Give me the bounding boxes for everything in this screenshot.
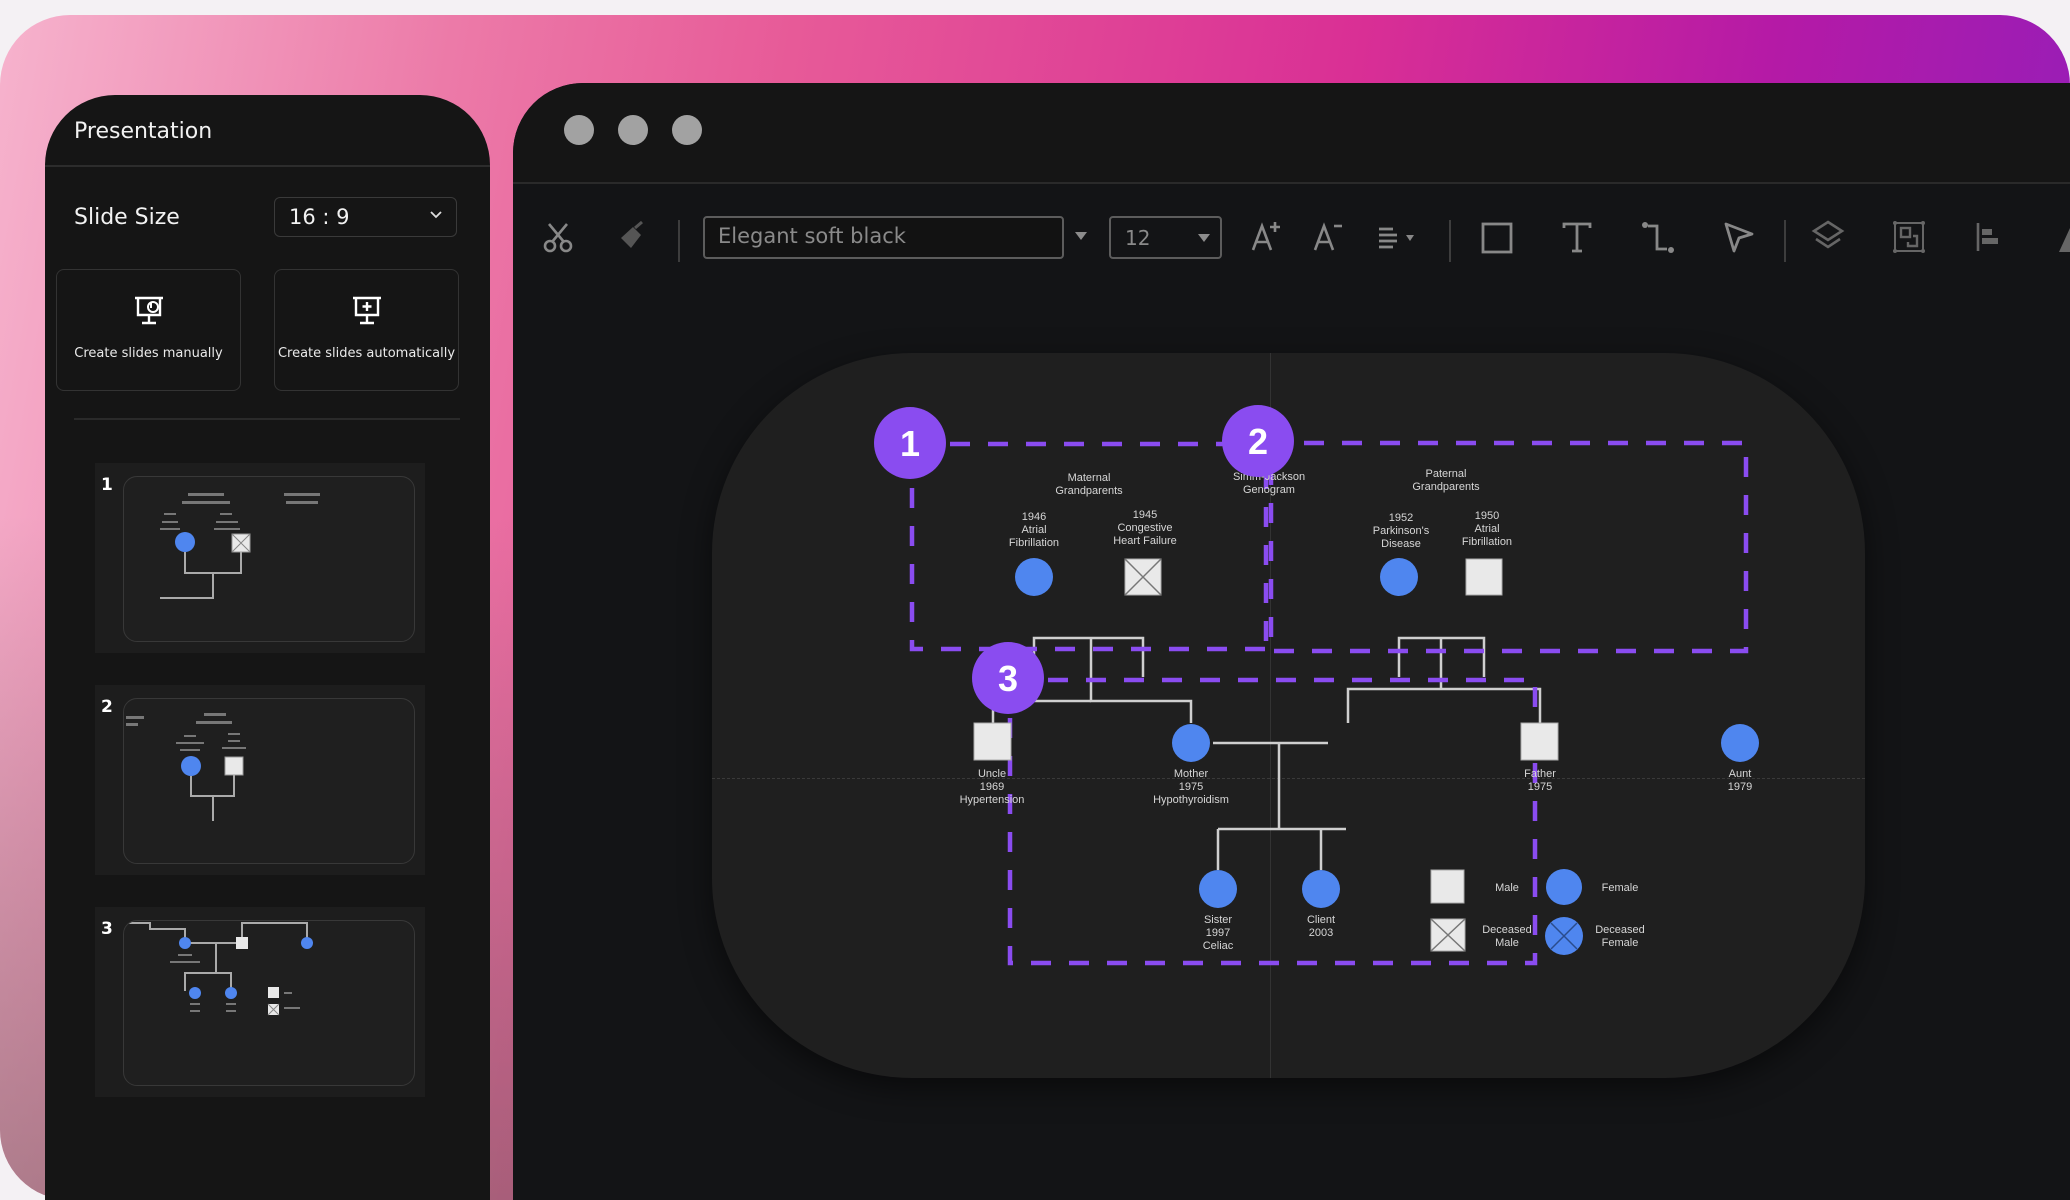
person-label: 1997 xyxy=(1206,927,1230,939)
slide-number: 1 xyxy=(101,475,113,495)
genogram-title-line-2: Genogram xyxy=(1243,484,1295,496)
divider xyxy=(45,165,490,167)
create-slides-automatically-button[interactable]: Create slides automatically xyxy=(274,269,459,391)
maternal-grandmother-symbol xyxy=(1015,558,1053,596)
presentation-panel: Presentation Slide Size 16 : 9 Create sl… xyxy=(45,95,490,1200)
person-label: Congestive xyxy=(1117,522,1172,534)
person-label: 1975 xyxy=(1179,781,1203,793)
person-label: 1945 xyxy=(1133,509,1157,521)
children-descent-line xyxy=(1216,743,1346,870)
paternal-grandfather-symbol xyxy=(1465,558,1503,596)
badge-number: 3 xyxy=(998,658,1018,699)
slide-preview xyxy=(123,920,415,1086)
person-label: Parkinson's xyxy=(1373,525,1430,537)
slide-preview-drawing xyxy=(126,713,246,821)
legend-deceased-male-label: Deceased xyxy=(1482,924,1532,936)
client-symbol xyxy=(1302,870,1340,908)
slide-number: 3 xyxy=(101,919,113,939)
person-label: Aunt xyxy=(1729,768,1752,780)
maternal-grandfather-symbol xyxy=(1124,558,1162,596)
legend-female-label: Female xyxy=(1602,882,1639,894)
person-label: Celiac xyxy=(1203,940,1234,952)
slide-number: 2 xyxy=(101,697,113,717)
maternal-label-line-2: Grandparents xyxy=(1055,485,1123,497)
paternal-label-line-1: Paternal xyxy=(1426,468,1467,480)
aunt-symbol xyxy=(1721,724,1759,762)
person-label: 1975 xyxy=(1528,781,1552,793)
genogram-lines xyxy=(991,636,1542,870)
legend-male-label: Male xyxy=(1495,882,1519,894)
slide-preview xyxy=(123,476,415,642)
legend-deceased-female-symbol xyxy=(1545,917,1583,955)
person-label: 1946 xyxy=(1022,511,1046,523)
legend-deceased-female-label: Deceased xyxy=(1595,924,1645,936)
legend-deceased-female-label: Female xyxy=(1602,937,1639,949)
slide-size-select[interactable]: 16 : 9 xyxy=(274,197,457,237)
person-label: 1950 xyxy=(1475,510,1499,522)
maternal-label-line-1: Maternal xyxy=(1068,472,1111,484)
paternal-label-line-2: Grandparents xyxy=(1412,481,1480,493)
person-label: Hypertension xyxy=(960,794,1025,806)
badge-number: 1 xyxy=(900,423,920,464)
person-label: Heart Failure xyxy=(1113,535,1177,547)
panel-title: Presentation xyxy=(74,119,213,144)
chevron-down-icon xyxy=(430,211,442,219)
section-badge-1: 1 xyxy=(874,407,946,479)
slide-thumbnail-1[interactable]: 1 xyxy=(95,463,425,653)
person-label: Atrial xyxy=(1021,524,1046,536)
genogram-diagram: Maternal Grandparents Simm-Jackson Genog… xyxy=(874,405,1759,966)
person-label: 1952 xyxy=(1389,512,1413,524)
slide-thumbnail-2[interactable]: 2 xyxy=(95,685,425,875)
section-badge-3: 3 xyxy=(972,642,1044,714)
editor-window: Elegant soft black 12 Maternal Grandpare… xyxy=(513,83,2070,1200)
slide-thumbnail-3[interactable]: 3 xyxy=(95,907,425,1097)
person-label: 1979 xyxy=(1728,781,1752,793)
legend-male-symbol xyxy=(1430,869,1465,904)
legend-deceased-male-label: Male xyxy=(1495,937,1519,949)
person-label: Atrial xyxy=(1474,523,1499,535)
slide-size-value: 16 : 9 xyxy=(289,205,350,229)
paternal-grandmother-symbol xyxy=(1380,558,1418,596)
person-label: 2003 xyxy=(1309,927,1333,939)
section-badge-2: 2 xyxy=(1222,405,1294,477)
sister-symbol xyxy=(1199,870,1237,908)
person-label: Disease xyxy=(1381,538,1421,550)
person-label: Hypothyroidism xyxy=(1153,794,1229,806)
divider xyxy=(74,418,460,420)
slide-preview-drawing xyxy=(124,922,313,1016)
person-label: Uncle xyxy=(978,768,1006,780)
mother-symbol xyxy=(1172,724,1210,762)
uncle-symbol xyxy=(973,722,1012,761)
legend-deceased-male-symbol xyxy=(1430,918,1466,952)
slide-size-label: Slide Size xyxy=(74,205,180,230)
badge-number: 2 xyxy=(1248,421,1268,462)
person-label: Fibrillation xyxy=(1462,536,1512,548)
genogram-labels: Maternal Grandparents Simm-Jackson Genog… xyxy=(960,468,1753,952)
legend-female-symbol xyxy=(1546,869,1582,905)
person-label: Fibrillation xyxy=(1009,537,1059,549)
create-slides-manually-button[interactable]: Create slides manually xyxy=(56,269,241,391)
slide-preview xyxy=(123,698,415,864)
slide-preview-drawing xyxy=(160,493,320,599)
father-symbol xyxy=(1520,722,1559,761)
create-slides-automatically-label: Create slides automatically xyxy=(277,346,456,361)
person-label: Father xyxy=(1524,768,1556,780)
person-label: 1969 xyxy=(980,781,1004,793)
create-slides-manually-label: Create slides manually xyxy=(74,346,223,361)
presentation-touch-icon xyxy=(134,296,163,325)
person-label: Client xyxy=(1307,914,1335,926)
person-label: Sister xyxy=(1204,914,1232,926)
maternal-couple-line xyxy=(1032,636,1145,677)
presentation-add-icon xyxy=(352,296,381,325)
person-label: Mother xyxy=(1174,768,1209,780)
